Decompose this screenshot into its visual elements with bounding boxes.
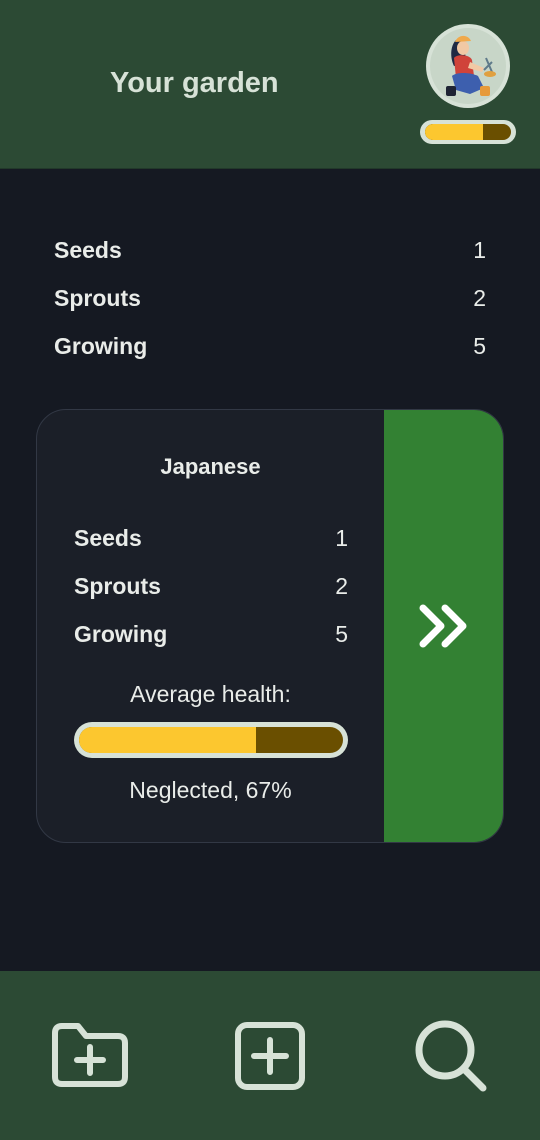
header: Your garden bbox=[0, 0, 540, 169]
card-stat-label: Growing bbox=[74, 620, 168, 647]
summary-row-sprouts: Sprouts 2 bbox=[54, 274, 486, 322]
garden-health-track bbox=[425, 124, 511, 140]
average-health-label: Average health: bbox=[130, 681, 291, 707]
garden-card-body: Japanese Seeds 1 Sprouts 2 Growing 5 Ave… bbox=[37, 410, 384, 842]
card-stat-value: 1 bbox=[335, 524, 348, 551]
search-button[interactable] bbox=[413, 1018, 489, 1097]
card-row-seeds: Seeds 1 bbox=[74, 514, 348, 562]
summary-label: Seeds bbox=[54, 236, 122, 263]
double-chevron-right-icon bbox=[419, 604, 466, 648]
card-stat-label: Seeds bbox=[74, 524, 142, 551]
summary-row-growing: Growing 5 bbox=[54, 322, 486, 370]
card-row-growing: Growing 5 bbox=[74, 610, 348, 658]
health-status-text: Neglected, 67% bbox=[129, 777, 292, 803]
avatar[interactable] bbox=[426, 24, 510, 108]
garden-card[interactable]: Japanese Seeds 1 Sprouts 2 Growing 5 Ave… bbox=[36, 409, 504, 843]
open-garden-button[interactable] bbox=[384, 410, 503, 842]
garden-health-fill bbox=[425, 124, 483, 140]
search-icon bbox=[415, 1020, 487, 1092]
folder-plus-icon bbox=[52, 1023, 128, 1087]
card-stat-value: 5 bbox=[335, 620, 348, 647]
garden-health-bar bbox=[420, 120, 516, 144]
square-plus-icon bbox=[235, 1022, 305, 1090]
summary-value: 1 bbox=[473, 236, 486, 263]
garden-card-title: Japanese bbox=[160, 454, 261, 479]
summary-value: 2 bbox=[473, 284, 486, 311]
new-folder-button[interactable] bbox=[50, 1021, 130, 1092]
summary-label: Sprouts bbox=[54, 284, 141, 311]
average-health-track bbox=[79, 727, 343, 753]
summary-label: Growing bbox=[54, 332, 148, 359]
add-plant-button[interactable] bbox=[233, 1020, 307, 1095]
page-title: Your garden bbox=[110, 67, 279, 99]
garden-summary: Seeds 1 Sprouts 2 Growing 5 bbox=[54, 226, 486, 370]
card-stat-value: 2 bbox=[335, 572, 348, 599]
average-health-bar bbox=[74, 722, 348, 758]
card-row-sprouts: Sprouts 2 bbox=[74, 562, 348, 610]
garden-card-stats: Seeds 1 Sprouts 2 Growing 5 bbox=[74, 514, 348, 658]
card-stat-label: Sprouts bbox=[74, 572, 161, 599]
average-health-fill bbox=[79, 727, 256, 753]
gardener-avatar-icon bbox=[446, 35, 496, 96]
summary-value: 5 bbox=[473, 332, 486, 359]
summary-row-seeds: Seeds 1 bbox=[54, 226, 486, 274]
bottom-nav bbox=[0, 971, 540, 1140]
